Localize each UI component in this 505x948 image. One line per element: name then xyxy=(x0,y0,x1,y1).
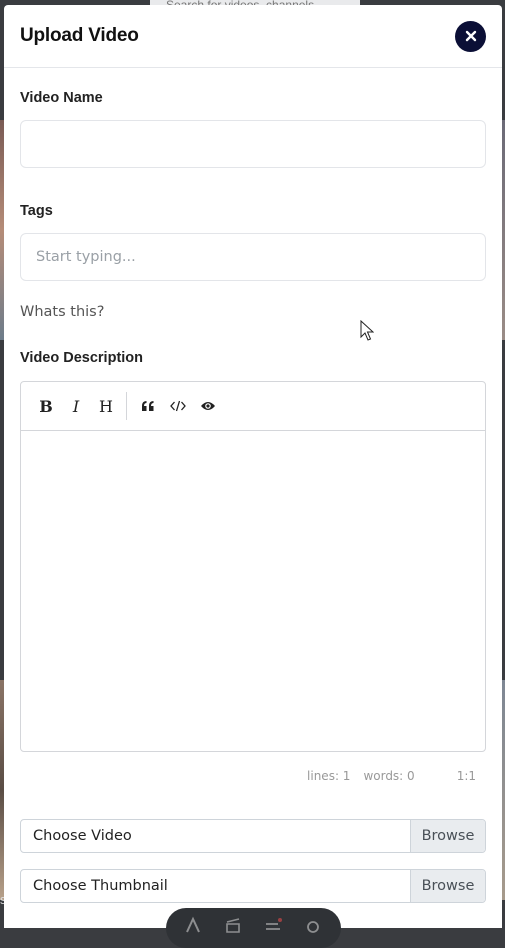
code-button[interactable] xyxy=(163,391,193,421)
editor-toolbar: B I H xyxy=(21,382,485,431)
word-count: words: 0 xyxy=(363,769,414,783)
close-icon xyxy=(465,30,477,42)
preview-button[interactable] xyxy=(193,391,223,421)
description-textarea[interactable] xyxy=(21,431,485,751)
bottom-nav-bar xyxy=(166,908,341,948)
upload-form: Video Name Tags Start typing... Whats th… xyxy=(4,90,502,903)
thumbnail-file-input[interactable]: Choose Thumbnail Browse xyxy=(20,869,486,903)
menu-icon[interactable] xyxy=(264,916,282,934)
italic-button[interactable]: I xyxy=(61,391,91,421)
video-file-label[interactable]: Choose Video xyxy=(21,820,410,852)
home-icon[interactable] xyxy=(184,916,202,934)
markdown-editor: B I H xyxy=(20,381,486,752)
tags-input[interactable]: Start typing... xyxy=(20,233,486,281)
close-button[interactable] xyxy=(455,21,486,52)
video-browse-button[interactable]: Browse xyxy=(410,820,485,852)
video-description-label: Video Description xyxy=(20,350,486,366)
eye-icon xyxy=(200,400,216,412)
clapper-icon[interactable] xyxy=(224,916,242,934)
mouse-cursor-icon xyxy=(360,320,374,342)
thumbnail-browse-button[interactable]: Browse xyxy=(410,870,485,902)
bold-button[interactable]: B xyxy=(31,391,61,421)
modal-header: Upload Video xyxy=(4,5,502,68)
upload-video-modal: Upload Video Video Name Tags Start typin… xyxy=(4,5,502,928)
thumbnail-file-label[interactable]: Choose Thumbnail xyxy=(21,870,410,902)
toolbar-divider xyxy=(126,392,127,420)
line-count: lines: 1 xyxy=(307,769,350,783)
quote-icon xyxy=(141,400,155,412)
code-icon xyxy=(170,400,186,412)
editor-statusbar: lines: 1 words: 0 1:1 xyxy=(20,769,486,783)
cursor-position: 1:1 xyxy=(457,769,476,783)
whats-this-link[interactable]: Whats this? xyxy=(20,304,486,320)
video-name-input[interactable] xyxy=(20,120,486,168)
quote-button[interactable] xyxy=(133,391,163,421)
heading-button[interactable]: H xyxy=(91,391,121,421)
video-file-input[interactable]: Choose Video Browse xyxy=(20,819,486,853)
tags-label: Tags xyxy=(20,203,486,219)
settings-icon[interactable] xyxy=(304,916,322,934)
modal-title: Upload Video xyxy=(20,25,139,47)
video-name-label: Video Name xyxy=(20,90,486,106)
